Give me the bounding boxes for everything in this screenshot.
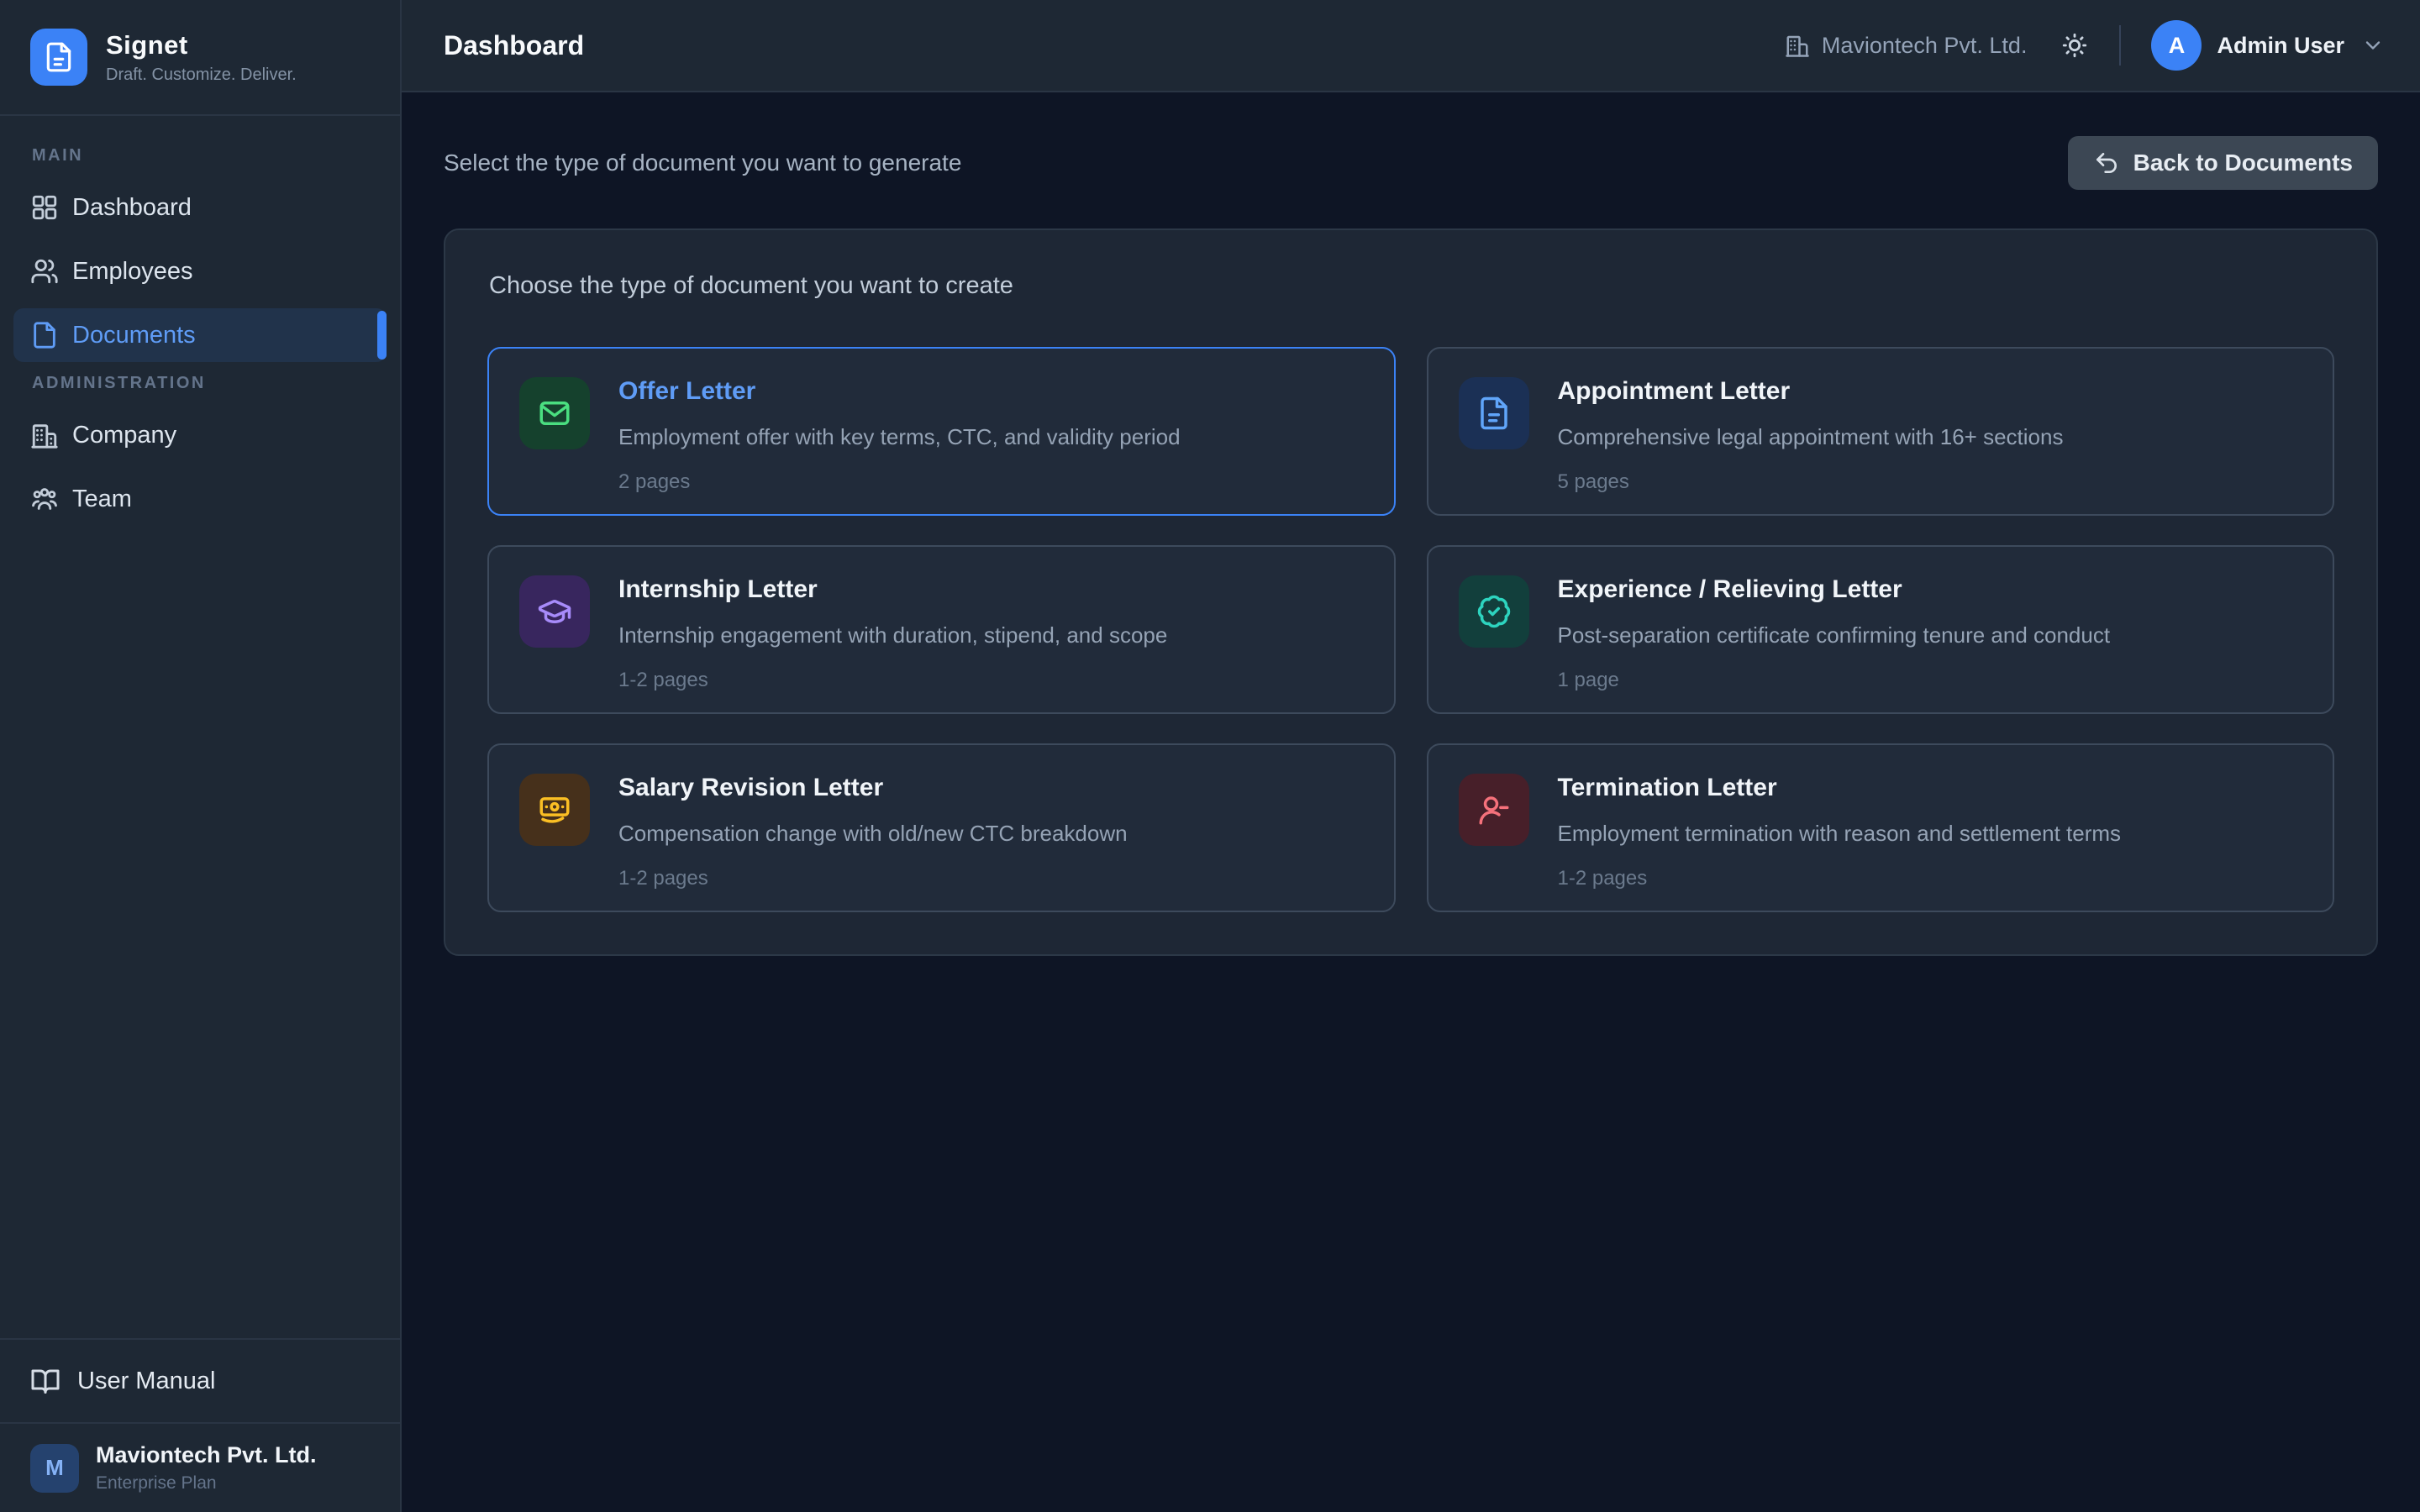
sidebar-item-label: Dashboard [72,194,192,222]
team-icon [30,485,59,513]
header-org-name: Maviontech Pvt. Ltd. [1822,33,2028,59]
mail-icon [519,377,590,449]
grid-icon [30,193,59,222]
building-icon [1785,33,1810,58]
sidebar-item-label: Documents [72,322,196,349]
header-divider [2119,25,2121,66]
back-to-documents-button[interactable]: Back to Documents [2068,136,2378,190]
sidebar-nav: MAIN Dashboard Employees [0,116,400,1338]
card-title: Experience / Relieving Letter [1558,575,2111,604]
page-title: Dashboard [444,30,584,61]
card-title: Appointment Letter [1558,377,2064,406]
sidebar-item-dashboard[interactable]: Dashboard [13,181,387,234]
sidebar-item-team[interactable]: Team [13,472,387,526]
card-internship-letter[interactable]: Internship Letter Internship engagement … [487,545,1396,714]
nav-section-main: MAIN [13,146,387,165]
card-pages: 1-2 pages [1558,867,2122,890]
document-type-panel: Choose the type of document you want to … [444,228,2378,956]
card-title: Salary Revision Letter [618,774,1128,802]
sidebar-item-label: Company [72,422,176,449]
card-description: Employment termination with reason and s… [1558,821,2122,847]
panel-title: Choose the type of document you want to … [489,272,2334,300]
sidebar-item-label: Team [72,486,132,513]
back-button-label: Back to Documents [2133,150,2353,176]
card-salary-revision-letter[interactable]: Salary Revision Letter Compensation chan… [487,743,1396,912]
org-name: Maviontech Pvt. Ltd. [96,1442,317,1468]
users-icon [30,257,59,286]
card-termination-letter[interactable]: Termination Letter Employment terminatio… [1427,743,2335,912]
user-minus-icon [1459,774,1529,846]
card-offer-letter[interactable]: Offer Letter Employment offer with key t… [487,347,1396,516]
card-appointment-letter[interactable]: Appointment Letter Comprehensive legal a… [1427,347,2335,516]
card-pages: 1-2 pages [618,669,1167,692]
org-card[interactable]: M Maviontech Pvt. Ltd. Enterprise Plan [0,1422,400,1512]
chevron-down-icon [2361,34,2385,57]
sidebar-item-employees[interactable]: Employees [13,244,387,298]
org-avatar: M [30,1444,79,1493]
top-header: Dashboard Maviontech Pvt. Ltd. [402,0,2420,92]
org-plan-badge: Enterprise Plan [96,1473,317,1494]
building-icon [30,421,59,449]
card-description: Post-separation certificate confirming t… [1558,622,2111,648]
card-experience-relieving-letter[interactable]: Experience / Relieving Letter Post-separ… [1427,545,2335,714]
signet-logo-icon [30,29,87,86]
sun-icon [2060,31,2089,60]
document-type-grid: Offer Letter Employment offer with key t… [487,347,2334,912]
nav-section-administration: ADMINISTRATION [13,374,387,393]
banknote-icon [519,774,590,846]
app-name: Signet [106,30,297,60]
card-pages: 1 page [1558,669,2111,692]
file-text-icon [1459,377,1529,449]
header-org: Maviontech Pvt. Ltd. [1785,33,2028,59]
card-description: Compensation change with old/new CTC bre… [618,821,1128,847]
card-pages: 5 pages [1558,470,2064,494]
sidebar: Signet Draft. Customize. Deliver. MAIN D… [0,0,402,1512]
card-title: Termination Letter [1558,774,2122,802]
page-subtitle: Select the type of document you want to … [444,150,961,176]
sidebar-item-documents[interactable]: Documents [13,308,387,362]
book-open-icon [30,1366,60,1396]
user-menu[interactable]: A Admin User [2151,20,2385,71]
user-name: Admin User [2217,33,2344,59]
file-icon [30,321,59,349]
app-logo: Signet Draft. Customize. Deliver. [0,0,400,116]
sidebar-item-label: Employees [72,258,192,286]
card-pages: 2 pages [618,470,1181,494]
graduation-cap-icon [519,575,590,648]
theme-toggle-button[interactable] [2060,31,2089,60]
content-area: Dashboard Maviontech Pvt. Ltd. [402,0,2420,1512]
card-title: Internship Letter [618,575,1167,604]
main-content: Select the type of document you want to … [402,92,2420,1512]
app-tagline: Draft. Customize. Deliver. [106,66,297,85]
user-manual-link[interactable]: User Manual [0,1338,400,1422]
card-description: Employment offer with key terms, CTC, an… [618,424,1181,450]
card-pages: 1-2 pages [618,867,1128,890]
card-title: Offer Letter [618,377,1181,406]
card-description: Internship engagement with duration, sti… [618,622,1167,648]
user-manual-label: User Manual [77,1368,215,1395]
undo-arrow-icon [2093,150,2120,176]
sidebar-item-company[interactable]: Company [13,408,387,462]
user-avatar: A [2151,20,2202,71]
badge-check-icon [1459,575,1529,648]
card-description: Comprehensive legal appointment with 16+… [1558,424,2064,450]
